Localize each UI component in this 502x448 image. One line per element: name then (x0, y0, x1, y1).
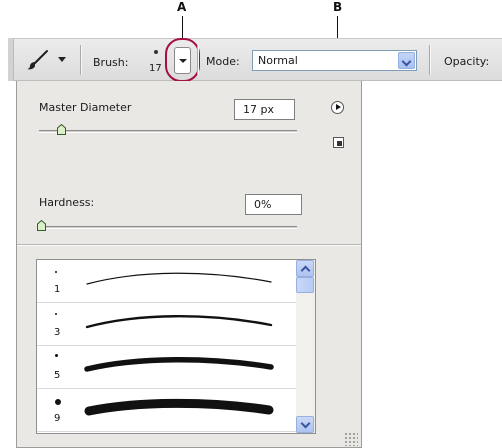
brush-tip-icon (55, 313, 57, 315)
toolbar-separator (80, 45, 81, 75)
scroll-up-icon[interactable] (296, 260, 314, 277)
brush-tool-icon[interactable] (26, 49, 50, 71)
mode-select-value: Normal (258, 54, 298, 67)
scroll-down-icon[interactable] (296, 416, 314, 433)
brush-stroke-preview (84, 398, 274, 416)
hardness-field[interactable]: 0% (245, 194, 302, 215)
callout-a-line (182, 16, 183, 40)
toolbar-separator (197, 45, 198, 75)
brush-tip-icon (55, 354, 58, 357)
brush-preset-row[interactable]: 9 (37, 389, 297, 432)
brush-preset-row[interactable]: 3 (37, 303, 297, 346)
brush-tip-icon (55, 271, 57, 273)
panel-divider (17, 244, 361, 245)
tool-preset-arrow-icon[interactable] (58, 57, 66, 62)
hardness-slider-thumb[interactable] (37, 220, 46, 231)
master-diameter-slider-track[interactable] (39, 130, 297, 133)
brush-picker-button[interactable] (174, 47, 191, 74)
chevron-down-icon[interactable] (398, 52, 415, 69)
callout-a: A (177, 0, 187, 14)
brush-preset-row[interactable]: 1 (37, 260, 297, 303)
brush-tip-icon (55, 399, 61, 405)
master-diameter-label: Master Diameter (39, 101, 132, 114)
brush-stroke-preview (85, 315, 273, 329)
master-diameter-field[interactable]: 17 px (234, 99, 295, 120)
brush-label: Brush: (93, 56, 129, 69)
brush-stroke-preview (86, 272, 272, 285)
new-preset-icon[interactable] (333, 137, 344, 148)
master-diameter-slider-thumb[interactable] (57, 124, 66, 135)
mode-select[interactable]: Normal (252, 50, 417, 71)
brush-preset-size: 5 (54, 370, 61, 381)
options-bar-grip[interactable] (8, 38, 14, 81)
toolbar-separator (429, 45, 430, 75)
brush-preset-size: 1 (54, 284, 61, 295)
callout-b: B (333, 0, 343, 14)
brush-preset-size: 3 (54, 327, 61, 338)
resize-grip-icon[interactable] (344, 432, 358, 446)
brush-preset-list[interactable]: 1 3 5 9 (36, 259, 316, 434)
opacity-label: Opacity: (444, 55, 490, 68)
brush-stroke-preview (84, 357, 274, 372)
brush-preset-row[interactable]: 5 (37, 346, 297, 389)
hardness-label: Hardness: (39, 196, 95, 209)
mode-label: Mode: (206, 55, 240, 68)
flyout-menu-icon[interactable] (331, 101, 344, 114)
hardness-slider-track[interactable] (39, 226, 297, 229)
brush-preview-icon (154, 50, 158, 54)
scrollbar-thumb[interactable] (296, 277, 314, 293)
brush-size-value: 17 (149, 63, 162, 74)
brush-preset-size: 9 (54, 413, 61, 424)
